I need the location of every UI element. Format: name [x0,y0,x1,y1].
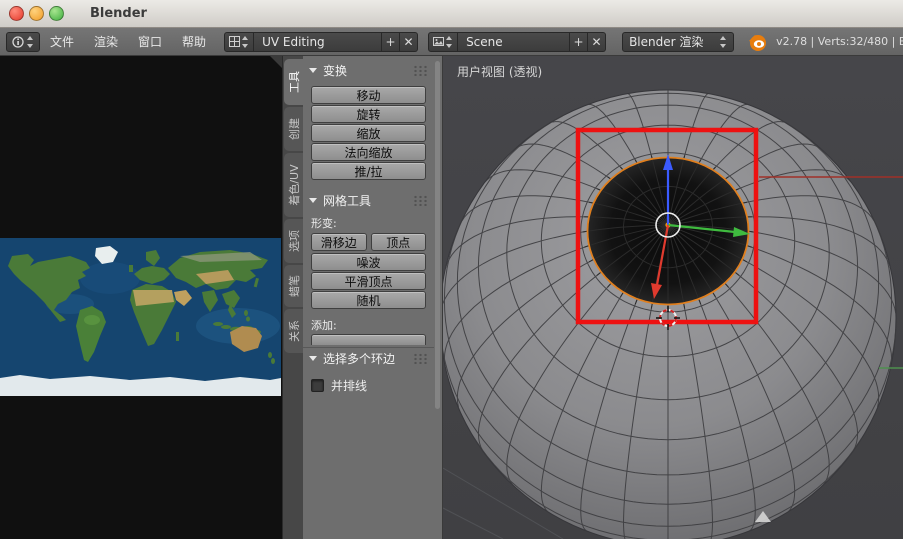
area-corner-grip[interactable] [270,56,282,68]
scene-selector: Scene + ✕ [428,31,607,52]
tab-shading-uv[interactable]: 着色/UV [284,153,303,217]
add-label: 添加: [311,319,337,332]
titlebar: Blender [0,0,903,28]
panel-drag-dots-icon[interactable] [413,194,428,206]
render-engine-value: Blender 渲染 [629,35,704,49]
add-screen-layout-button[interactable]: + [382,31,401,52]
scene-name-field[interactable]: Scene [458,31,571,52]
collapse-arrow-icon [309,197,317,203]
world-map-image [0,238,281,396]
rotate-button[interactable]: 旋转 [311,105,426,123]
blender-window: Blender 文件 渲染 窗口 帮助 UV Editing + ✕ Scene… [0,0,903,539]
close-button[interactable] [9,6,24,21]
collapse-arrow-icon [309,67,317,73]
panel-header-mesh-tools[interactable]: 网格工具 [309,190,428,210]
tab-options[interactable]: 选项 [284,219,303,263]
delete-screen-layout-button[interactable]: ✕ [400,31,419,52]
scene-icon [433,37,445,46]
delete-scene-button[interactable]: ✕ [588,31,607,52]
randomize-button[interactable]: 随机 [311,291,426,309]
ring-checkbox[interactable] [311,379,324,392]
add-scene-button[interactable]: + [570,31,589,52]
edge-slide-button[interactable]: 滑移边 [311,233,367,251]
tool-shelf-scrollbar[interactable] [435,61,440,409]
minimize-button[interactable] [29,6,44,21]
tool-shelf-tabs: 工具 创建 着色/UV 选项 蜡笔 关系 [284,59,303,353]
push-pull-button[interactable]: 推/拉 [311,162,426,180]
viewport-view-label: 用户视图 (透视) [457,65,543,79]
updown-arrows-icon [242,35,249,48]
panel-header-transform[interactable]: 变换 [309,60,428,80]
tool-shelf: 工具 创建 着色/UV 选项 蜡笔 关系 变换 移动 旋转 缩放 法向缩放 推/… [283,56,443,539]
translate-button[interactable]: 移动 [311,86,426,104]
panel-drag-dots-icon[interactable] [413,64,428,76]
deform-label: 形变: [311,217,337,230]
tab-create[interactable]: 创建 [284,107,303,151]
collapse-arrow-icon [309,355,317,361]
shrink-fatten-button[interactable]: 法向缩放 [311,143,426,161]
menu-help[interactable]: 帮助 [172,33,216,50]
panel-drag-dots-icon[interactable] [413,352,428,364]
blender-logo-icon [749,34,767,51]
main-content: 工具 创建 着色/UV 选项 蜡笔 关系 变换 移动 旋转 缩放 法向缩放 推/… [0,56,903,539]
tab-relations[interactable]: 关系 [284,309,303,353]
screen-layout-selector: UV Editing + ✕ [224,31,419,52]
3d-viewport[interactable]: 用户视图 (透视) [443,56,903,539]
noise-button[interactable]: 噪波 [311,253,426,271]
info-editor-icon [12,35,24,48]
scene-browse-button[interactable] [428,31,459,52]
tab-tools[interactable]: 工具 [284,59,303,105]
ring-checkbox-label: 并排线 [331,379,368,393]
render-engine-dropdown[interactable]: Blender 渲染 [622,31,735,52]
clipped-button[interactable] [311,334,426,345]
screen-layout-browse-button[interactable] [224,31,255,52]
screen-layout-name-field[interactable]: UV Editing [254,31,383,52]
menu-render[interactable]: 渲染 [84,33,128,50]
updown-arrows-icon [446,35,453,48]
3d-viewport-render [443,89,903,539]
tab-grease-pencil[interactable]: 蜡笔 [284,265,303,307]
updown-arrows-icon [27,35,34,48]
uv-image-editor[interactable] [0,56,283,539]
menu-window[interactable]: 窗口 [128,33,172,50]
maximize-button[interactable] [49,6,64,21]
updown-arrows-icon [720,35,727,48]
editor-type-button[interactable] [6,31,40,52]
scale-button[interactable]: 缩放 [311,124,426,142]
screen-layout-icon [229,36,241,47]
menu-file[interactable]: 文件 [40,33,84,50]
tool-shelf-panels: 变换 移动 旋转 缩放 法向缩放 推/拉 网格工具 形变: 滑移边 顶点 噪波 … [303,56,434,539]
panel-header-operator[interactable]: 选择多个环边 [309,348,428,368]
vertex-slide-button[interactable]: 顶点 [370,233,426,251]
scene-stats: v2.78 | Verts:32/480 | Edges [776,35,903,48]
info-header: 文件 渲染 窗口 帮助 UV Editing + ✕ Scene + ✕ Ble… [0,28,903,56]
window-title: Blender [90,6,147,21]
smooth-vertex-button[interactable]: 平滑顶点 [311,272,426,290]
